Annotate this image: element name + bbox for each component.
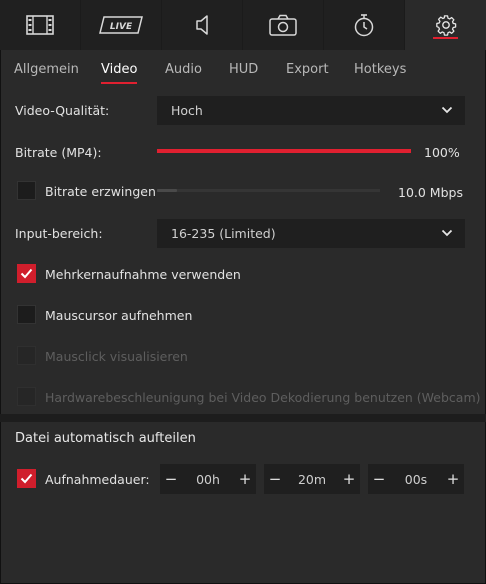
input-range-dropdown[interactable]: 16-235 (Limited) xyxy=(157,219,465,248)
mouse-click-checkbox xyxy=(17,346,36,365)
hours-decrement-button[interactable]: − xyxy=(160,464,182,494)
multicore-checkbox[interactable] xyxy=(17,264,36,283)
bitrate-slider[interactable] xyxy=(157,149,411,153)
minutes-increment-button[interactable]: + xyxy=(338,464,360,494)
tab-live[interactable]: LIVE xyxy=(81,0,162,50)
subtab-hud[interactable]: HUD xyxy=(229,62,258,77)
subtab-export[interactable]: Export xyxy=(286,62,329,77)
seconds-stepper: − 00s + xyxy=(368,464,464,494)
bitrate-label: Bitrate (MP4): xyxy=(15,145,102,160)
video-quality-dropdown[interactable]: Hoch xyxy=(157,96,465,125)
mouse-cursor-label: Mauscursor aufnehmen xyxy=(45,308,193,323)
subtab-hotkeys[interactable]: Hotkeys xyxy=(354,62,406,77)
mouse-cursor-checkbox[interactable] xyxy=(17,305,36,324)
duration-checkbox[interactable] xyxy=(17,469,36,488)
hours-increment-button[interactable]: + xyxy=(234,464,256,494)
force-bitrate-slider[interactable] xyxy=(157,189,380,192)
force-bitrate-value: 10.0 Mbps xyxy=(398,185,463,200)
live-icon-text: LIVE xyxy=(110,22,133,32)
bitrate-value: 100% xyxy=(424,145,460,160)
film-icon xyxy=(26,15,54,35)
gear-icon xyxy=(435,15,456,36)
chevron-down-icon xyxy=(441,106,453,114)
seconds-decrement-button[interactable]: − xyxy=(368,464,390,494)
duration-label: Aufnahmedauer: xyxy=(45,472,150,487)
camera-icon xyxy=(269,14,297,36)
active-tab-indicator xyxy=(433,37,458,39)
tab-settings[interactable] xyxy=(405,0,486,50)
seconds-value[interactable]: 00s xyxy=(390,472,442,487)
auto-split-title: Datei automatisch aufteilen xyxy=(15,431,196,446)
section-divider xyxy=(0,414,486,422)
force-bitrate-slider-handle[interactable] xyxy=(157,189,177,192)
tab-timer[interactable] xyxy=(324,0,405,50)
timer-icon xyxy=(354,14,374,37)
minutes-stepper: − 20m + xyxy=(264,464,360,494)
force-bitrate-label: Bitrate erzwingen xyxy=(45,184,156,199)
subtab-active-indicator xyxy=(101,82,138,84)
subtab-video-label: Video xyxy=(101,62,138,77)
tab-video-capture[interactable] xyxy=(0,0,81,50)
minutes-value[interactable]: 20m xyxy=(286,472,338,487)
bitrate-slider-fill xyxy=(157,149,411,153)
hours-value[interactable]: 00h xyxy=(182,472,234,487)
hw-accel-label: Hardwarebeschleunigung bei Video Dekodie… xyxy=(45,390,481,405)
mouse-click-label: Mausclick visualisieren xyxy=(45,349,188,364)
tab-audio[interactable] xyxy=(162,0,243,50)
tab-screenshot[interactable] xyxy=(243,0,324,50)
video-quality-label: Video-Qualität: xyxy=(15,103,110,118)
seconds-increment-button[interactable]: + xyxy=(442,464,464,494)
live-icon: LIVE xyxy=(99,16,143,34)
minutes-decrement-button[interactable]: − xyxy=(264,464,286,494)
input-range-value: 16-235 (Limited) xyxy=(171,226,276,241)
subtab-video[interactable]: Video xyxy=(101,62,138,84)
multicore-label: Mehrkernaufnahme verwenden xyxy=(45,267,241,282)
force-bitrate-checkbox[interactable] xyxy=(17,181,36,200)
chevron-down-icon xyxy=(441,229,453,237)
subtab-audio[interactable]: Audio xyxy=(165,62,202,77)
input-range-label: Input-bereich: xyxy=(15,226,103,241)
checkmark-icon xyxy=(20,473,33,484)
hw-accel-checkbox xyxy=(17,387,36,406)
main-tab-bar: LIVE xyxy=(0,0,486,50)
hours-stepper: − 00h + xyxy=(160,464,256,494)
settings-subtabs: Allgemein Video Audio HUD Export Hotkeys xyxy=(0,50,486,90)
video-quality-value: Hoch xyxy=(171,103,203,118)
audio-icon xyxy=(196,15,208,35)
subtab-allgemein[interactable]: Allgemein xyxy=(14,62,79,77)
checkmark-icon xyxy=(20,268,33,279)
